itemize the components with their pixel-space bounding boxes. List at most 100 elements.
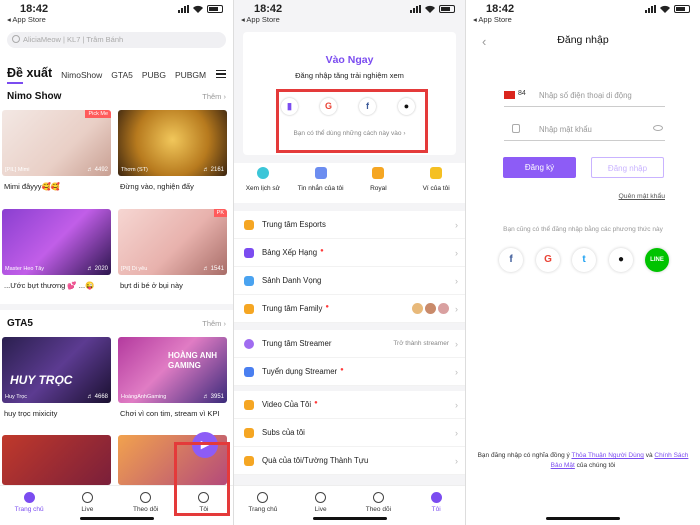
menu-group: Video Của Tôi ● › Subs của tôi › Quà của tô… (234, 391, 465, 475)
stream-caption[interactable]: huy trọc mixicity (4, 409, 113, 418)
quick-royal[interactable]: Royal (350, 163, 408, 203)
twitter-icon[interactable]: t (572, 248, 596, 272)
more-link[interactable]: Thêm › (202, 92, 226, 101)
section-title: Nimo Show (7, 91, 62, 102)
home-screen: 18:42 ◂ App Store AliciaMeow | KL7 | Trâ… (0, 0, 233, 525)
signal-icon (645, 5, 656, 13)
back-to-app-store[interactable]: ◂ App Store (473, 15, 512, 24)
menu-label: Video Của Tôi (262, 400, 312, 409)
register-button[interactable]: Đăng ký (503, 157, 576, 178)
menu-label: Trung tâm Family (262, 304, 323, 313)
apple-icon[interactable]: ● (609, 248, 633, 272)
stream-thumbnail[interactable]: Thơm (ST) ♬ 2161 (118, 110, 227, 176)
chevron-right-icon: › (455, 399, 458, 410)
heart-icon (140, 492, 152, 503)
quick-history[interactable]: Xem lịch sử (234, 163, 292, 203)
thumbnail-title-text: HOÀNG ANH GAMING (168, 351, 218, 370)
password-field[interactable]: Nhập mật khẩu (504, 123, 665, 141)
menu-icon[interactable] (216, 68, 226, 81)
leaderboard-icon (244, 247, 254, 258)
streamer-name: [PIL] Mimi (5, 167, 30, 173)
forgot-password-link[interactable]: Quên mật khẩu (619, 193, 665, 200)
search-input[interactable]: AliciaMeow | KL7 | Trâm Bánh (7, 32, 226, 48)
menu-item[interactable]: Tuyển dụng Streamer ● › (234, 358, 465, 386)
stream-thumbnail[interactable] (2, 435, 111, 485)
nav-home[interactable]: Trang chủ (234, 486, 292, 525)
home-indicator (312, 517, 387, 520)
highlight-box (174, 442, 230, 516)
terms-and: và (645, 452, 653, 459)
stream-caption[interactable]: bựt di bé ở bụi này (120, 281, 229, 290)
status-bar: 18:42 ◂ App Store (466, 0, 700, 26)
menu-label: Quà của tôi/Tường Thành Tựu (262, 456, 369, 465)
stream-thumbnail[interactable]: HUY TRỌC Huy Trọc ♬ 4668 (2, 337, 111, 403)
profile-icon (430, 492, 442, 503)
menu-item[interactable]: Subs của tôi › (234, 419, 465, 447)
menu-item[interactable]: Quà của tôi/Tường Thành Tựu › (234, 447, 465, 475)
quick-label: Ví của tôi (422, 185, 450, 192)
user-agreement-link[interactable]: Thỏa Thuận Người Dùng (571, 452, 643, 459)
menu-group: Trung tâm Streamer Trở thành streamer › Tu… (234, 330, 465, 386)
stream-caption[interactable]: Chơi vì con tim, stream vì KPI (120, 409, 229, 418)
chevron-right-icon: › (455, 427, 458, 438)
menu-item[interactable]: Trung tâm Family ● › (234, 295, 465, 323)
nav-home[interactable]: Trang chủ (0, 486, 58, 525)
section-divider (0, 304, 233, 310)
avatar (412, 303, 423, 314)
stream-thumbnail[interactable]: PK [Pil] Di yêu ♬ 1541 (118, 209, 227, 275)
become-streamer-link[interactable]: Trở thành streamer (393, 340, 449, 347)
login-button[interactable]: Đăng nhập (591, 157, 664, 178)
section-header-gta5: GTA5 Thêm › (7, 318, 226, 329)
stream-thumbnail[interactable]: HOÀNG ANH GAMING HoàngAnhGaming ♬ 3951 (118, 337, 227, 403)
menu-label: Subs của tôi (262, 428, 305, 437)
back-to-app-store[interactable]: ◂ App Store (7, 15, 46, 24)
password-placeholder: Nhập mật khẩu (539, 125, 592, 134)
family-avatars (412, 303, 449, 314)
stream-caption[interactable]: Mimi đâyyy🥰🥰 (4, 182, 113, 191)
lock-icon (512, 124, 520, 133)
tab-pubg[interactable]: PUBG (142, 70, 166, 80)
notification-dot: ● (340, 367, 344, 373)
viewer-count: ♬ 2161 (202, 167, 224, 173)
menu-item[interactable]: Trung tâm Esports › (234, 211, 465, 239)
wifi-icon (193, 5, 203, 13)
facebook-icon[interactable]: f (499, 248, 523, 272)
country-code[interactable]: 84 (518, 90, 526, 97)
section-title: GTA5 (7, 318, 33, 329)
login-card-title: Vào Ngay (325, 54, 374, 66)
menu-item[interactable]: Bảng Xếp Hạng ● › (234, 239, 465, 267)
stream-thumbnail[interactable]: Master Heo Tây ♬ 2020 (2, 209, 111, 275)
phone-placeholder: Nhập số điện thoại di động (539, 91, 632, 100)
google-icon[interactable]: G (536, 248, 560, 272)
family-icon (244, 303, 254, 314)
menu-item[interactable]: Trung tâm Streamer Trở thành streamer › (234, 330, 465, 358)
streamer-name: Thơm (ST) (121, 167, 148, 173)
eye-icon[interactable] (653, 125, 663, 131)
streamer-icon (244, 338, 254, 349)
more-link[interactable]: Thêm › (202, 319, 226, 328)
menu-item[interactable]: Sảnh Danh Vọng › (234, 267, 465, 295)
phone-field[interactable]: 84 Nhập số điện thoại di động (504, 89, 665, 107)
tab-gta5[interactable]: GTA5 (111, 70, 133, 80)
nav-me[interactable]: Tôi (407, 486, 465, 525)
quick-messages[interactable]: Tin nhắn của tôi (292, 163, 350, 203)
tab-recommended[interactable]: Đề xuất (7, 66, 52, 84)
quick-wallet[interactable]: Ví của tôi (407, 163, 465, 203)
tab-nimoshow[interactable]: NimoShow (61, 70, 102, 80)
stream-caption[interactable]: ...Ước bựt thương 💕 ...😜 (4, 281, 113, 290)
stream-caption[interactable]: Đừng vào, nghiện đấy (120, 182, 229, 191)
line-icon[interactable]: LINE (645, 248, 669, 272)
viewer-count: ♬ 3951 (202, 394, 224, 400)
heart-icon (372, 492, 384, 503)
notification-dot: ● (320, 248, 324, 254)
status-icons (645, 5, 690, 13)
menu-label: Sảnh Danh Vọng (262, 276, 322, 285)
stream-thumbnail[interactable]: Pick Me [PIL] Mimi ♬ 4492 (2, 110, 111, 176)
wifi-icon (660, 5, 670, 13)
quick-label: Tin nhắn của tôi (297, 185, 344, 192)
tab-pubgm[interactable]: PUBGM (175, 70, 206, 80)
quick-label: Royal (370, 185, 387, 192)
menu-item[interactable]: Video Của Tôi ● › (234, 391, 465, 419)
back-to-app-store[interactable]: ◂ App Store (241, 15, 280, 24)
terms-suffix: của chúng tôi (576, 462, 616, 469)
